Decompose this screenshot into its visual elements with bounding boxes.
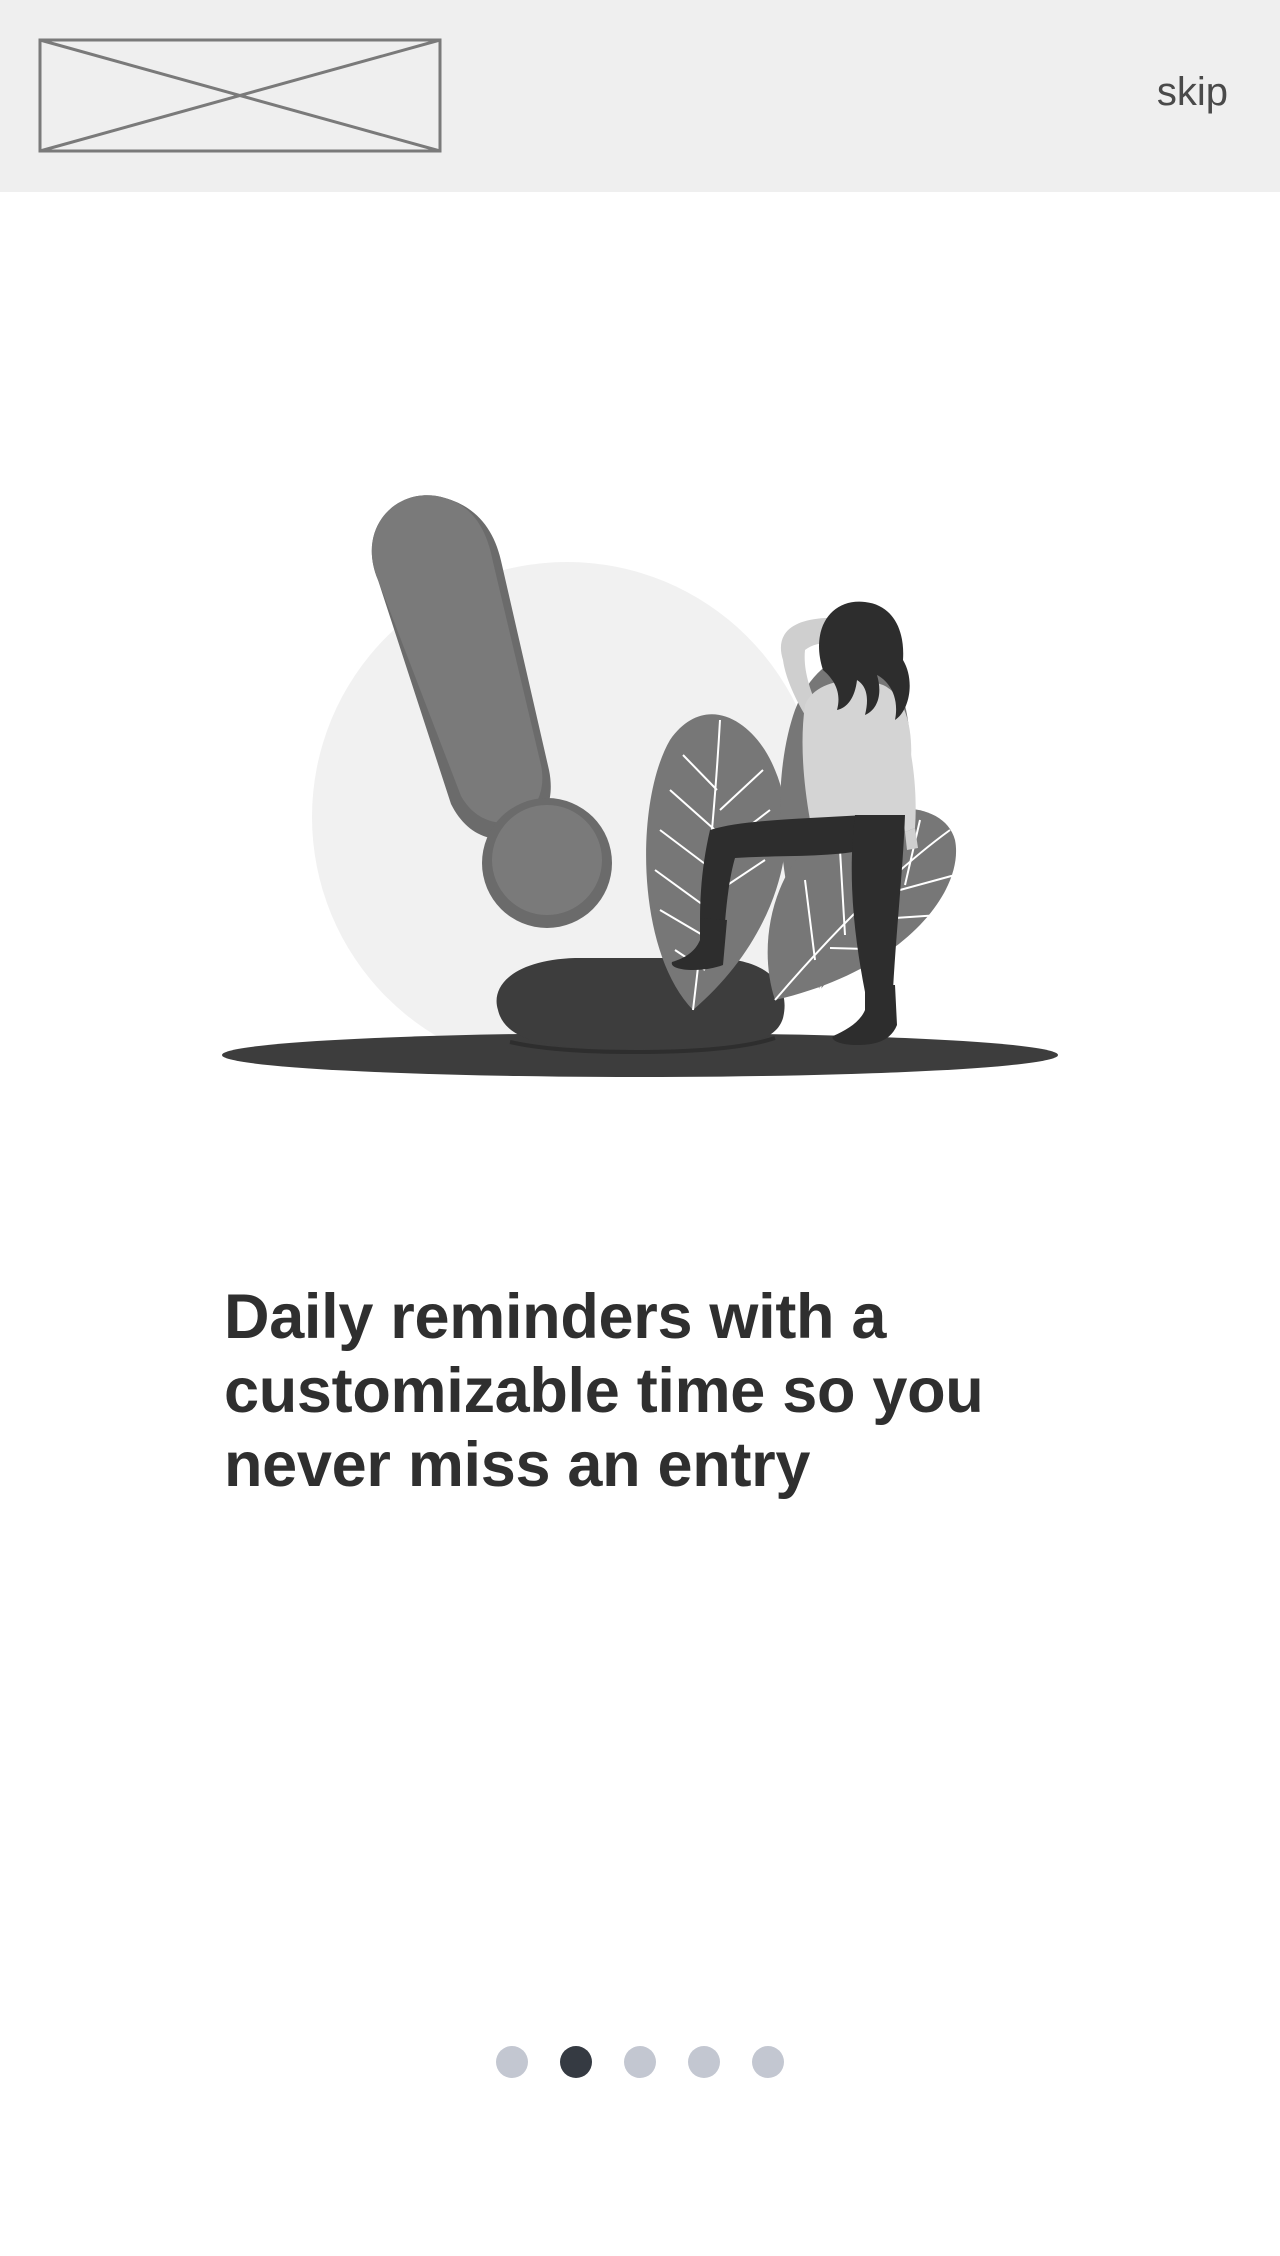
skip-button[interactable]: skip (1157, 68, 1228, 116)
logo-placeholder-icon (38, 38, 442, 153)
page-dot-5[interactable] (752, 2046, 784, 2078)
app-header: skip (0, 0, 1280, 192)
onboarding-illustration (222, 495, 1058, 1077)
cushion (496, 958, 785, 1055)
page-dot-2[interactable] (560, 2046, 592, 2078)
onboarding-headline: Daily reminders with a customizable time… (224, 1282, 984, 1500)
page-dot-1[interactable] (496, 2046, 528, 2078)
page-indicator (0, 2046, 1280, 2078)
page-dot-4[interactable] (688, 2046, 720, 2078)
page-dot-3[interactable] (624, 2046, 656, 2078)
